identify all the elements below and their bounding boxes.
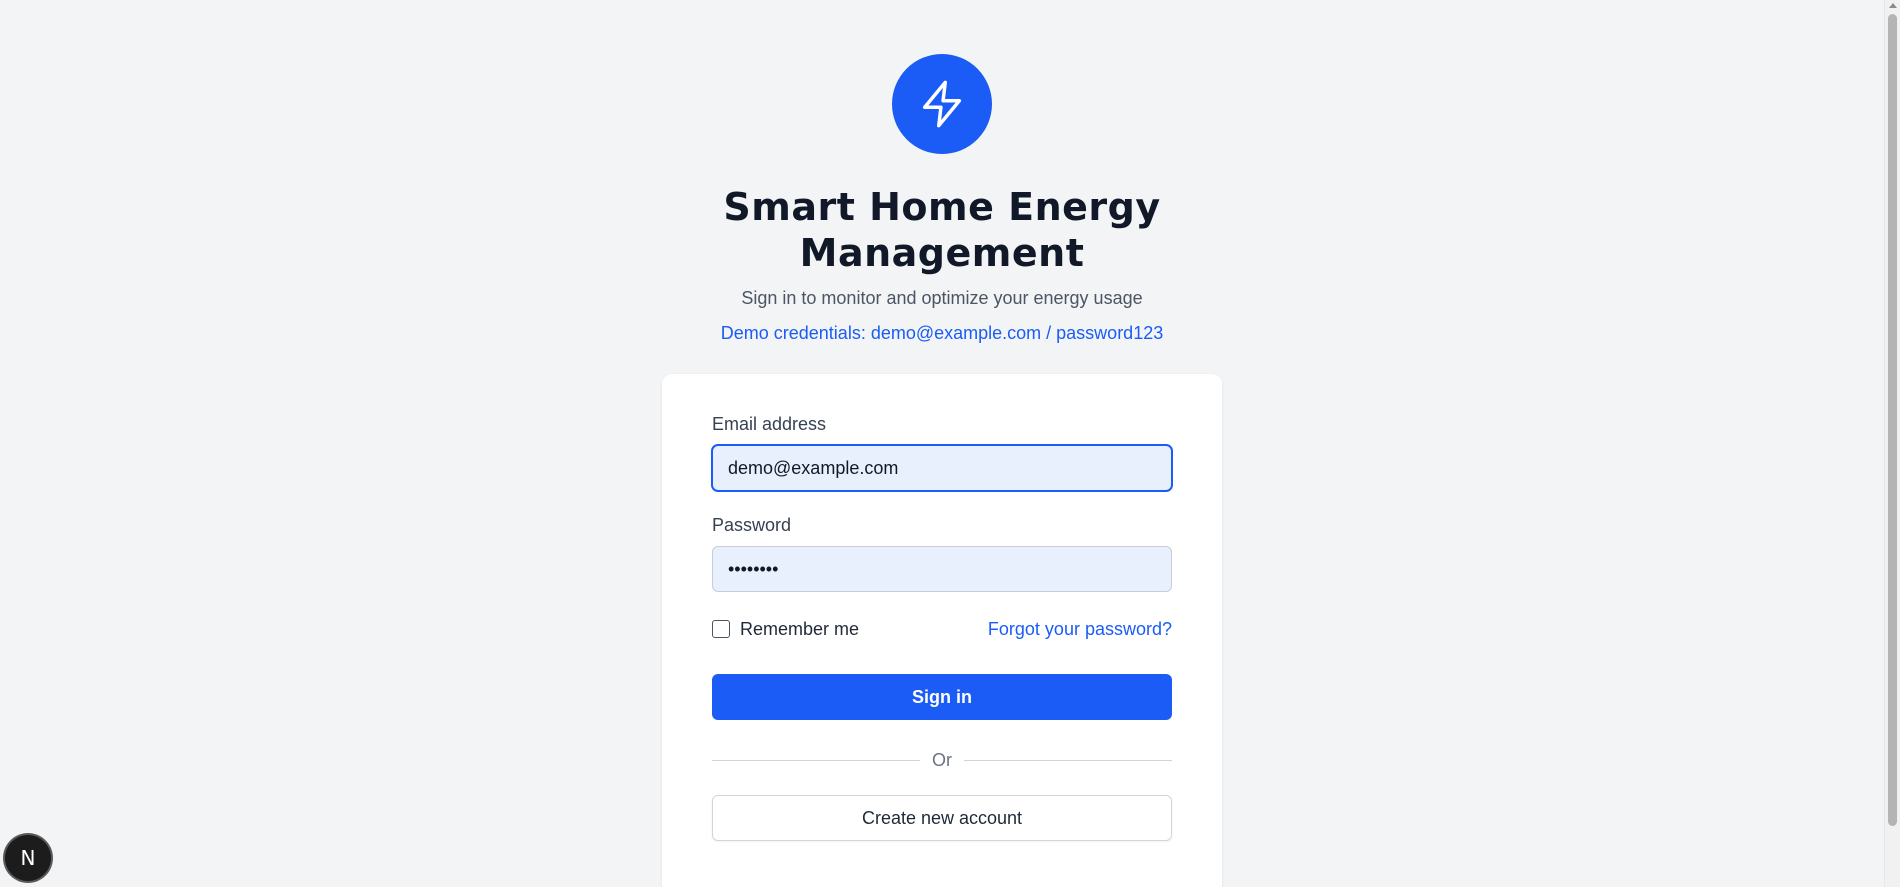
- remember-me-checkbox[interactable]: [712, 620, 730, 638]
- login-content: Smart Home Energy Management Sign in to …: [0, 0, 1884, 887]
- create-account-button[interactable]: Create new account: [712, 795, 1172, 841]
- nextjs-logo-icon[interactable]: N: [5, 835, 51, 881]
- badge-letter: N: [20, 846, 36, 870]
- vertical-scrollbar[interactable]: [1884, 0, 1900, 887]
- remember-me[interactable]: Remember me: [712, 619, 859, 640]
- login-page: Smart Home Energy Management Sign in to …: [0, 0, 1900, 887]
- scroll-up-arrow-icon[interactable]: [1889, 3, 1897, 8]
- or-divider: Or: [712, 750, 1172, 771]
- divider-line-left: [712, 760, 920, 761]
- remember-me-label[interactable]: Remember me: [740, 619, 859, 640]
- lightning-bolt-icon: [892, 54, 992, 154]
- page-subtitle: Sign in to monitor and optimize your ene…: [741, 288, 1143, 308]
- divider-text: Or: [932, 750, 952, 770]
- password-field[interactable]: [712, 546, 1172, 592]
- scrollbar-thumb[interactable]: [1888, 14, 1897, 826]
- email-field-group: Email address: [712, 414, 1172, 491]
- page-title: Smart Home Energy Management: [723, 185, 1161, 275]
- email-label: Email address: [712, 414, 827, 434]
- remember-row: Remember me Forgot your password?: [712, 616, 1172, 642]
- divider-line-right: [964, 760, 1172, 761]
- password-field-group: Password: [712, 515, 1172, 592]
- sign-in-button[interactable]: Sign in: [712, 674, 1172, 720]
- forgot-password-link[interactable]: Forgot your password?: [988, 619, 1172, 640]
- login-card: Email address Password Remember me Forgo…: [662, 374, 1222, 887]
- email-field[interactable]: [712, 445, 1172, 491]
- password-label: Password: [712, 515, 792, 535]
- demo-credentials: Demo credentials: demo@example.com / pas…: [720, 323, 1164, 343]
